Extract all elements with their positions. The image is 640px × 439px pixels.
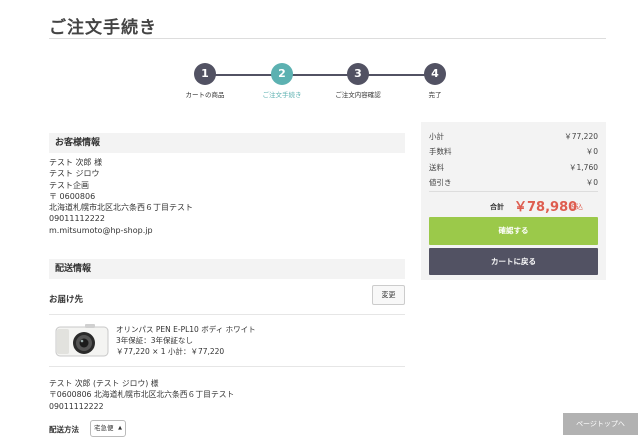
confirm-button[interactable]: 確認する bbox=[429, 217, 598, 245]
step-cart: 1 カートの商品 bbox=[165, 63, 245, 99]
product-name: オリンパス PEN E-PL10 ボディ ホワイト bbox=[116, 325, 256, 334]
customer-kana: テスト ジロウ bbox=[49, 169, 100, 179]
delivery-method-label: 配送方法 bbox=[49, 425, 79, 434]
summary-shipping: 送料 ￥1,760 bbox=[429, 162, 598, 173]
summary-label: 値引き bbox=[429, 178, 452, 187]
customer-email: m.mitsumoto@hp-shop.jp bbox=[49, 225, 153, 235]
step-number: 3 bbox=[347, 63, 369, 85]
customer-info: テスト 次郎 様 テスト ジロウ テスト企画 〒 0600806 北海道札幌市北… bbox=[49, 157, 193, 236]
step-label: カートの商品 bbox=[185, 91, 225, 99]
back-to-cart-button[interactable]: カートに戻る bbox=[429, 248, 598, 275]
tax-note: 税込 bbox=[569, 203, 583, 211]
summary-value: ￥77,220 bbox=[564, 132, 598, 141]
summary-value: ￥0 bbox=[585, 147, 598, 156]
customer-heading: お客様情報 bbox=[49, 133, 405, 153]
summary-label: 手数料 bbox=[429, 147, 452, 156]
recipient-info: テスト 次郎 (テスト ジロウ) 様 〒0600806 北海道札幌市北区北六条西… bbox=[49, 378, 234, 412]
total-label: 合計 bbox=[490, 203, 504, 211]
summary-value: ￥0 bbox=[585, 178, 598, 187]
title-divider bbox=[49, 38, 606, 39]
total-amount: ￥78,980 bbox=[514, 200, 578, 215]
summary-fee: 手数料 ￥0 bbox=[429, 146, 598, 157]
customer-postal: 〒 0600806 bbox=[49, 191, 96, 201]
divider bbox=[49, 314, 405, 315]
customer-address: 北海道札幌市北区北六条西６丁目テスト bbox=[49, 203, 193, 213]
divider bbox=[49, 366, 405, 367]
step-complete: 4 完了 bbox=[395, 63, 475, 99]
customer-name: テスト 次郎 様 bbox=[49, 158, 103, 167]
shipping-heading: 配送情報 bbox=[49, 259, 405, 279]
destination-title: お届け先 bbox=[49, 295, 84, 305]
summary-label: 小計 bbox=[429, 132, 444, 141]
step-number: 1 bbox=[194, 63, 216, 85]
recipient-phone: 09011112222 bbox=[49, 401, 104, 411]
product-info: オリンパス PEN E-PL10 ボディ ホワイト 3年保証：3年保証なし ￥7… bbox=[116, 324, 256, 357]
summary-label: 送料 bbox=[429, 163, 444, 172]
customer-company: テスト企画 bbox=[49, 180, 89, 190]
product-warranty: 3年保証：3年保証なし bbox=[116, 336, 194, 345]
product-price: ￥77,220 × 1 小計：￥77,220 bbox=[116, 347, 225, 356]
summary-value: ￥1,760 bbox=[569, 163, 598, 172]
recipient-address: 〒0600806 北海道札幌市北区北六条西６丁目テスト bbox=[49, 390, 235, 400]
change-button[interactable]: 変更 bbox=[372, 285, 405, 305]
step-label: ご注文内容確認 bbox=[335, 91, 381, 99]
summary-divider bbox=[429, 191, 598, 192]
step-order: 2 ご注文手続き bbox=[242, 63, 322, 99]
recipient-name: テスト 次郎 (テスト ジロウ) 様 bbox=[49, 379, 159, 388]
page-title: ご注文手続き bbox=[49, 18, 157, 38]
step-confirm: 3 ご注文内容確認 bbox=[318, 63, 398, 99]
step-label: 完了 bbox=[428, 91, 442, 99]
summary-subtotal: 小計 ￥77,220 bbox=[429, 131, 598, 142]
summary-discount: 値引き ￥0 bbox=[429, 177, 598, 188]
step-label: ご注文手続き bbox=[262, 91, 302, 99]
step-number: 4 bbox=[424, 63, 446, 85]
delivery-method-select[interactable]: 宅急便 ▲▼ bbox=[90, 420, 126, 437]
delivery-method-value: 宅急便 bbox=[94, 424, 114, 432]
page-top-button[interactable]: ページトップへ bbox=[563, 413, 638, 435]
customer-phone: 09011112222 bbox=[49, 214, 105, 224]
select-arrows-icon: ▲▼ bbox=[118, 425, 122, 431]
step-number: 2 bbox=[271, 63, 293, 85]
product-image bbox=[55, 324, 109, 357]
